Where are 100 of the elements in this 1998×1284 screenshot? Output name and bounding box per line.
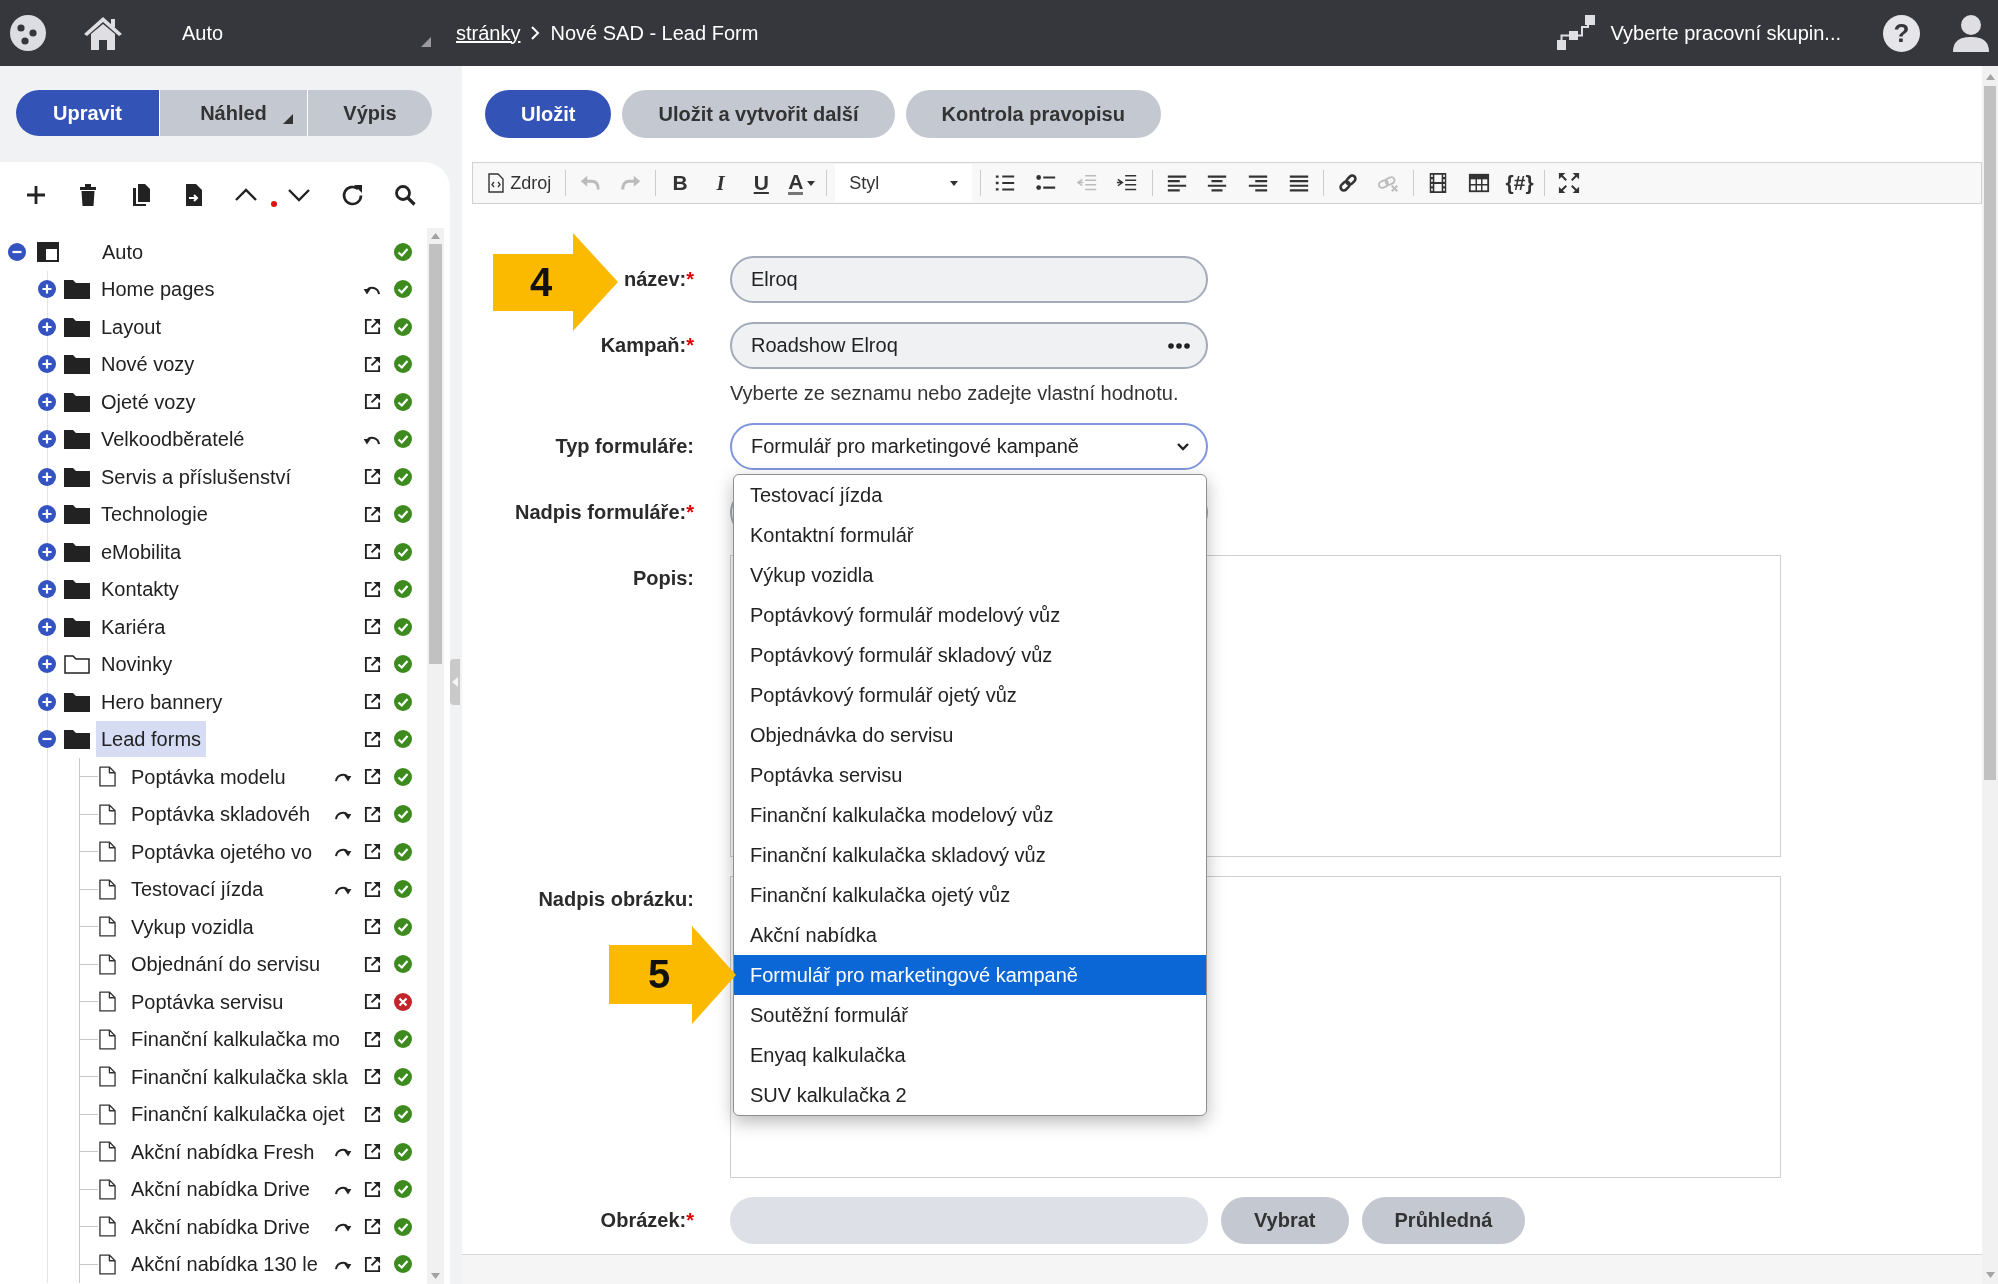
refresh-icon[interactable] [341, 183, 365, 207]
external-link-icon[interactable] [363, 580, 381, 598]
tree-item[interactable]: Kariéra [96, 614, 171, 639]
expand-icon[interactable] [38, 467, 56, 486]
bold-button[interactable]: B [663, 167, 698, 199]
select-field[interactable]: Formulář pro marketingové kampaně [730, 423, 1208, 470]
tree-item[interactable]: Hero bannery [96, 689, 228, 714]
view-tab[interactable]: Náhled [160, 90, 307, 136]
dropdown-option[interactable]: Výkup vozidla [734, 555, 1206, 595]
dropdown-option[interactable]: Poptávkový formulář skladový vůz [734, 635, 1206, 675]
dropdown-option[interactable]: Objednávka do servisu [734, 715, 1206, 755]
tree-item[interactable]: Kontakty [96, 577, 184, 602]
expand-icon[interactable] [38, 692, 56, 711]
tree-item[interactable]: Servis a příslušenství [96, 464, 297, 489]
underline-button[interactable]: U [744, 167, 779, 199]
tree-item[interactable]: Novinky [96, 652, 178, 677]
tree-item[interactable]: Velkoodběratelé [96, 427, 250, 452]
logo-icon[interactable] [10, 15, 46, 51]
choose-button[interactable]: Vybrat [1221, 1197, 1349, 1244]
expand-icon[interactable] [38, 317, 56, 336]
tree-item[interactable]: Akční nabídka 130 le [126, 1252, 323, 1277]
external-link-icon[interactable] [363, 1105, 381, 1123]
tree-item[interactable]: Layout [96, 314, 167, 339]
external-link-icon[interactable] [363, 880, 381, 898]
external-link-icon[interactable] [363, 955, 381, 973]
external-link-icon[interactable] [363, 730, 381, 748]
external-link-icon[interactable] [363, 1255, 381, 1273]
tree-item[interactable]: Technologie [96, 502, 213, 527]
tree-item[interactable]: eMobilita [96, 539, 187, 564]
expand-icon[interactable] [38, 355, 56, 374]
dropdown-option[interactable]: Formulář pro marketingové kampaně [734, 955, 1206, 995]
dropdown-option[interactable]: Kontaktní formulář [734, 515, 1206, 555]
save-button[interactable]: Uložit [485, 90, 612, 138]
save-and-create-button[interactable]: Uložit a vytvořit další [622, 90, 895, 138]
external-link-icon[interactable] [363, 693, 381, 711]
tree-item[interactable]: Ojeté vozy [96, 389, 201, 414]
tree-item[interactable]: Home pages [96, 277, 220, 302]
expand-icon[interactable] [38, 580, 56, 599]
scrollbar-thumb[interactable] [429, 244, 442, 664]
help-button[interactable]: ? [1883, 14, 1920, 52]
tree-item[interactable]: Lead forms [96, 721, 207, 758]
expand-icon[interactable] [38, 280, 56, 299]
dropdown-option[interactable]: Poptávkový formulář modelový vůz [734, 595, 1206, 635]
combo-field[interactable]: Roadshow Elroq [730, 322, 1208, 369]
scrollbar-thumb[interactable] [1984, 86, 1996, 780]
expand-icon[interactable] [38, 542, 56, 561]
image-path-field[interactable] [730, 1197, 1208, 1244]
expand-icon[interactable] [38, 617, 56, 636]
tree-item[interactable]: Testovací jízda [126, 877, 269, 902]
external-link-icon[interactable] [363, 1180, 381, 1198]
external-link-icon[interactable] [363, 505, 381, 523]
tree-item[interactable]: Poptávka servisu [126, 989, 289, 1014]
external-link-icon[interactable] [363, 918, 381, 936]
dropdown-option[interactable]: Finanční kalkulačka ojetý vůz [734, 875, 1206, 915]
collapse-icon[interactable] [38, 730, 56, 749]
transparent-button[interactable]: Průhledná [1361, 1197, 1526, 1244]
external-link-icon[interactable] [363, 768, 381, 786]
dropdown-option[interactable]: Poptávkový formulář ojetý vůz [734, 675, 1206, 715]
external-link-icon[interactable] [363, 1218, 381, 1236]
view-tab[interactable]: Výpis [308, 90, 432, 136]
dropdown-option[interactable]: SUV kalkulačka 2 [734, 1075, 1206, 1115]
tree-item[interactable]: Akční nabídka Drive [126, 1177, 315, 1202]
search-icon[interactable] [393, 183, 417, 207]
tree-item[interactable]: Akční nabídka Drive [126, 1214, 315, 1239]
breadcrumb-link[interactable]: stránky [456, 21, 521, 45]
variable-button[interactable]: {#} [1502, 167, 1537, 199]
dropdown-option[interactable]: Poptávka servisu [734, 755, 1206, 795]
collapse-icon[interactable] [8, 242, 26, 261]
external-link-icon[interactable] [363, 655, 381, 673]
expand-icon[interactable] [38, 392, 56, 411]
external-link-icon[interactable] [363, 805, 381, 823]
external-link-icon[interactable] [363, 993, 381, 1011]
external-link-icon[interactable] [363, 1030, 381, 1048]
scrollbar[interactable] [1982, 66, 1998, 1284]
external-link-icon[interactable] [363, 318, 381, 336]
external-link-icon[interactable] [363, 468, 381, 486]
dropdown-option[interactable]: Soutěžní formulář [734, 995, 1206, 1035]
expand-icon[interactable] [38, 505, 56, 524]
dropdown-option[interactable]: Enyaq kalkulačka [734, 1035, 1206, 1075]
external-link-icon[interactable] [363, 1143, 381, 1161]
tree-item[interactable]: Finanční kalkulačka skla [126, 1064, 353, 1089]
dropdown-option[interactable]: Finanční kalkulačka skladový vůz [734, 835, 1206, 875]
external-link-icon[interactable] [363, 1068, 381, 1086]
font-color-button[interactable]: A [784, 167, 819, 199]
home-icon[interactable] [83, 15, 123, 51]
dropdown-option[interactable]: Finanční kalkulačka modelový vůz [734, 795, 1206, 835]
external-link-icon[interactable] [363, 355, 381, 373]
tree-item[interactable]: Vykup vozidla [126, 914, 259, 939]
dropdown-option[interactable]: Akční nabídka [734, 915, 1206, 955]
style-select[interactable]: Styl [835, 164, 973, 202]
splitter-handle[interactable] [450, 659, 460, 705]
domain-selector[interactable]: Auto [182, 15, 431, 51]
tree-item[interactable]: Poptávka ojetého vo [126, 839, 318, 864]
scrollbar[interactable] [427, 228, 444, 1284]
tree-item[interactable]: Akční nabídka Fresh [126, 1139, 320, 1164]
external-link-icon[interactable] [363, 393, 381, 411]
external-link-icon[interactable] [363, 843, 381, 861]
dropdown-option[interactable]: Testovací jízda [734, 475, 1206, 515]
external-link-icon[interactable] [363, 543, 381, 561]
text-field[interactable]: Elroq [730, 256, 1208, 303]
